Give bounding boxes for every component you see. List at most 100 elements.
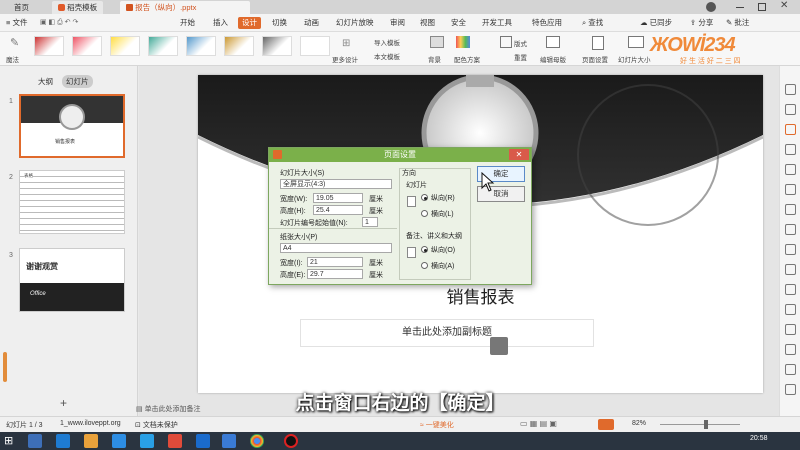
notes-portrait-label[interactable]: 纵向(O) — [431, 245, 455, 255]
start-number-field[interactable]: 1 — [362, 217, 378, 227]
tab-docer-templates[interactable]: 稻壳模板 — [52, 1, 104, 14]
template-thumb-5[interactable] — [186, 36, 216, 56]
template-thumb-6[interactable] — [224, 36, 254, 56]
menu-animation[interactable]: 动画 — [304, 17, 319, 29]
view-mode-icons[interactable]: ▭ ▦ ▤ ▣ — [520, 419, 557, 428]
color-scheme-icon[interactable] — [456, 36, 470, 48]
record-app-icon[interactable] — [284, 434, 298, 448]
zoom-slider[interactable] — [660, 424, 740, 425]
slides-portrait-label[interactable]: 纵向(R) — [431, 193, 455, 203]
backup-icon[interactable] — [785, 184, 796, 195]
search-button[interactable]: ⌕ 查找 — [582, 17, 603, 29]
color-scheme-button[interactable]: 配色方案 — [454, 54, 480, 64]
paper-size-select[interactable]: A4 — [280, 243, 392, 253]
menu-slideshow[interactable]: 幻灯片放映 — [336, 17, 374, 29]
tab-home[interactable]: 首页 — [8, 1, 35, 14]
template-thumb-7[interactable] — [262, 36, 292, 56]
share-icon[interactable] — [785, 204, 796, 215]
template-thumb-2[interactable] — [72, 36, 102, 56]
paper-width-field[interactable]: 21 — [307, 257, 363, 267]
background-button[interactable]: 背景 — [428, 54, 441, 64]
template-thumb-1[interactable] — [34, 36, 64, 56]
slides-portrait-radio[interactable] — [421, 194, 428, 201]
page-setup-button[interactable]: 页面设置 — [582, 54, 608, 64]
slide-thumb-2[interactable]: 表格 — [19, 170, 125, 234]
reset-button[interactable]: 重置 — [514, 52, 527, 62]
comment-button[interactable]: ✎ 批注 — [726, 17, 749, 29]
animation-icon[interactable] — [785, 144, 796, 155]
width-field[interactable]: 19.05 — [313, 193, 363, 203]
quick-access-icons[interactable]: ▣ ◧ ⎙ ↶ ↷ — [40, 18, 78, 27]
menu-transition[interactable]: 切换 — [272, 17, 287, 29]
template-thumb-3[interactable] — [110, 36, 140, 56]
comment-icon[interactable] — [785, 264, 796, 275]
slides-landscape-radio[interactable] — [421, 210, 428, 217]
menu-start[interactable]: 开始 — [180, 17, 195, 29]
file-menu[interactable]: ≡ 文件 — [6, 17, 27, 29]
play-icon[interactable] — [598, 419, 614, 430]
edit-master-icon[interactable] — [546, 36, 560, 48]
settings-icon[interactable] — [785, 244, 796, 255]
cloud-app-icon[interactable] — [140, 434, 154, 448]
select-icon[interactable] — [785, 84, 796, 95]
close-icon[interactable]: ✕ — [780, 0, 788, 11]
wps-ppt-icon[interactable] — [168, 434, 182, 448]
subtitle-placeholder[interactable]: 单击此处添加副标题 — [300, 319, 594, 347]
edge-icon[interactable] — [112, 434, 126, 448]
taskbar-app-icon[interactable] — [28, 434, 42, 448]
share-button[interactable]: ⇪ 分享 — [690, 17, 713, 29]
help-icon[interactable] — [785, 224, 796, 235]
folder-icon[interactable] — [84, 434, 98, 448]
page-setup-icon[interactable] — [592, 36, 604, 50]
beautify-button[interactable]: ≈ 一键美化 — [420, 420, 454, 430]
property-icon[interactable] — [785, 124, 796, 135]
height-field[interactable]: 25.4 — [313, 205, 363, 215]
slide-title[interactable]: 销售报表 — [198, 283, 763, 308]
background-icon[interactable] — [430, 36, 444, 48]
slide-thumb-1[interactable]: 销售报表 — [19, 94, 125, 158]
chrome-icon[interactable] — [250, 434, 264, 448]
paper-height-field[interactable]: 29.7 — [307, 269, 363, 279]
protect-status[interactable]: ⊡ 文档未保护 — [135, 420, 178, 430]
slide-size-icon[interactable] — [628, 36, 644, 48]
layout-button[interactable]: 版式 — [514, 38, 527, 48]
slide-size-select[interactable]: 全屏显示(4:3) — [280, 179, 392, 189]
wps-writer-icon[interactable] — [222, 434, 236, 448]
record-icon[interactable] — [785, 304, 796, 315]
sync-status[interactable]: ☁ 已同步 — [640, 17, 672, 29]
task-icon[interactable] — [785, 344, 796, 355]
windows-start-icon[interactable]: ⊞ — [4, 434, 18, 448]
slide-size-button[interactable]: 幻灯片大小 — [618, 54, 651, 64]
body-template-button[interactable]: 本文模板 — [374, 51, 400, 61]
menu-developer[interactable]: 开发工具 — [482, 17, 512, 29]
taskbar-app-icon[interactable] — [56, 434, 70, 448]
slide-thumb-3[interactable]: 谢谢观赏 Office — [19, 248, 125, 312]
collab-icon[interactable] — [785, 324, 796, 335]
menu-design[interactable]: 设计 — [238, 17, 261, 29]
cloud-icon[interactable] — [785, 364, 796, 375]
more-design-label[interactable]: 更多设计 — [332, 54, 358, 64]
more-icon[interactable] — [785, 384, 796, 395]
template-thumb-8[interactable] — [300, 36, 330, 56]
edit-master-button[interactable]: 编辑母版 — [540, 54, 566, 64]
menu-review[interactable]: 审阅 — [390, 17, 405, 29]
translate-icon[interactable] — [785, 284, 796, 295]
insert-picture-icon[interactable] — [490, 337, 508, 355]
tab-slides[interactable]: 幻灯片 — [62, 75, 93, 88]
more-design-icon[interactable]: ⊞ — [342, 38, 350, 49]
tab-outline[interactable]: 大纲 — [38, 76, 53, 87]
notes-landscape-label[interactable]: 横向(A) — [431, 261, 454, 271]
crop-icon[interactable] — [785, 164, 796, 175]
template-thumb-4[interactable] — [148, 36, 178, 56]
tab-document[interactable]: 报告（纵向）.pptx — [120, 1, 250, 14]
zoom-handle[interactable] — [704, 420, 708, 429]
minimize-icon[interactable] — [736, 7, 744, 8]
slides-landscape-label[interactable]: 横向(L) — [431, 209, 454, 219]
notes-portrait-radio[interactable] — [421, 246, 428, 253]
menu-insert[interactable]: 插入 — [213, 17, 228, 29]
magic-wand-icon[interactable]: ✎ — [10, 36, 19, 49]
close-icon[interactable]: ✕ — [509, 149, 529, 160]
taskbar-app-icon[interactable] — [196, 434, 210, 448]
user-avatar[interactable] — [706, 2, 716, 12]
menu-security[interactable]: 安全 — [451, 17, 466, 29]
